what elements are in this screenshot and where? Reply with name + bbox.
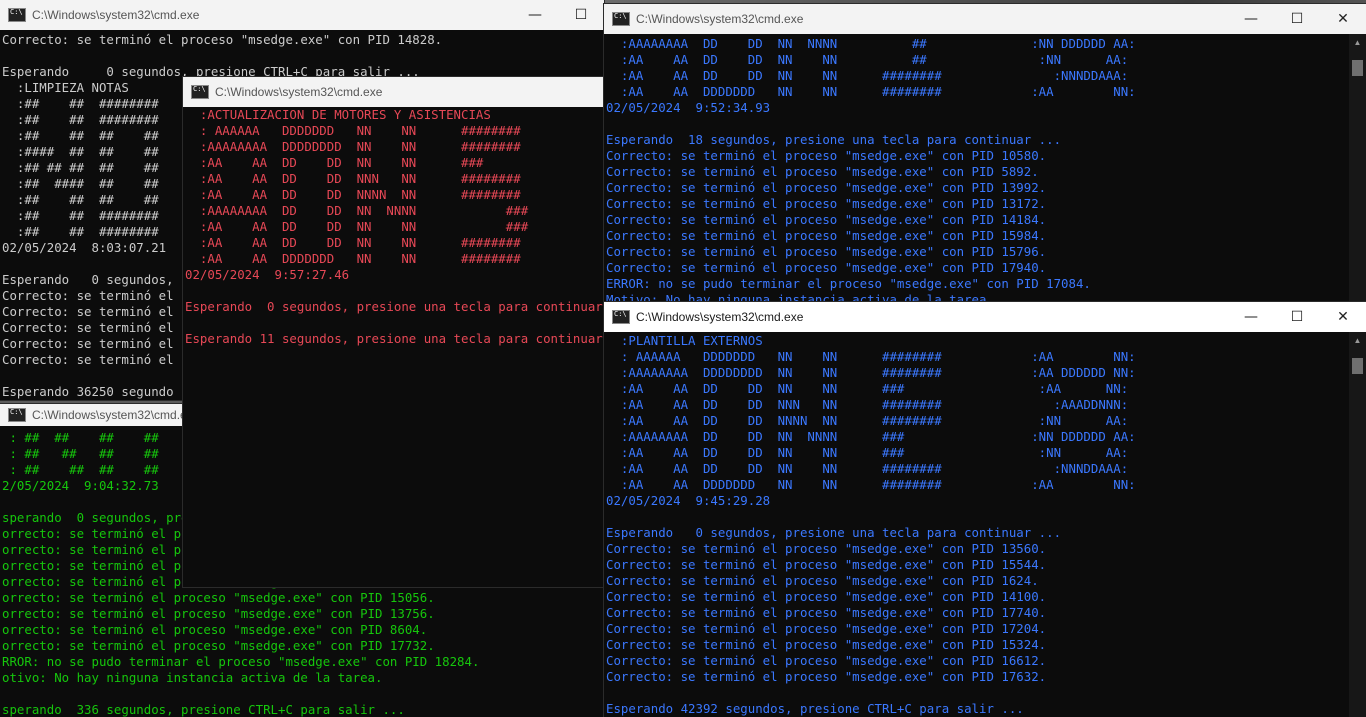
console-line: Esperando 11 segundos, presione una tecl…: [185, 331, 604, 346]
console-output[interactable]: :ACTUALIZACION DE MOTORES Y ASISTENCIAS …: [183, 107, 604, 587]
console-line: Correcto: se terminó el proceso "msedge.…: [606, 260, 1047, 275]
console-line: Correcto: se terminó el proceso "msedge.…: [606, 589, 1047, 604]
console-line: :AA AA DD DD NN NN ########: [185, 235, 521, 250]
title-bar[interactable]: C:\Windows\system32\cmd.exe — ☐ ✕: [604, 302, 1366, 332]
title-bar[interactable]: C:\Windows\system32\cmd.exe: [183, 77, 604, 107]
scroll-up-icon[interactable]: ▲: [1349, 34, 1366, 51]
console-line: Correcto: se terminó el proceso "msedge.…: [606, 637, 1047, 652]
window-title: C:\Windows\system32\cmd.exe: [32, 408, 200, 422]
console-line: Correcto: se terminó el proceso "msedge.…: [606, 573, 1039, 588]
console-line: Correcto: se terminó el proceso "msedge.…: [606, 557, 1047, 572]
window-title: C:\Windows\system32\cmd.exe: [636, 12, 804, 26]
maximize-button[interactable]: ☐: [1274, 302, 1320, 332]
console-line: :AA AA DD DD NNN NN ######## :AAADDNNN:: [606, 397, 1129, 412]
console-line: :AA AA DD DD NN NN ### :NN AA:: [606, 445, 1129, 460]
minimize-button[interactable]: —: [1228, 302, 1274, 332]
console-output[interactable]: :AAAAAAAA DD DD NN NNNN ## :NN DDDDDD AA…: [604, 36, 1349, 304]
console-line: :AA AA DDDDDDD NN NN ######## :AA NN:: [606, 477, 1136, 492]
console-line: Esperando 42392 segundos, presione CTRL+…: [606, 701, 1024, 716]
console-line: sperando 336 segundos, presione CTRL+C p…: [2, 702, 405, 717]
cmd-window-top-right[interactable]: C:\Windows\system32\cmd.exe — ☐ ✕ :AAAAA…: [604, 4, 1366, 304]
console-line: Esperando 0 segundos, presione una tecla…: [185, 299, 604, 314]
console-line: orrecto: se terminó el proceso "msedge.e…: [2, 606, 435, 621]
console-line: Correcto: se terminó el proceso "msedge.…: [2, 32, 443, 47]
console-line: :AA AA DD DD NN NN ######## :NNNDDAAA:: [606, 461, 1129, 476]
console-line: 02/05/2024 9:57:27.46: [185, 267, 350, 282]
console-line: Correcto: se terminó el proceso "msedge.…: [606, 228, 1047, 243]
console-line: :PLANTILLA EXTERNOS: [606, 333, 763, 348]
cmd-window-bottom-right[interactable]: C:\Windows\system32\cmd.exe — ☐ ✕ :PLANT…: [604, 302, 1366, 717]
vertical-scrollbar[interactable]: ▲: [1349, 332, 1366, 717]
console-line: :AA AA DD DD NN NN ######## :NNNDDAAA:: [606, 68, 1129, 83]
close-button[interactable]: ✕: [1320, 302, 1366, 332]
cmd-app-icon: [612, 12, 630, 26]
console-line: Esperando 18 segundos, presione una tecl…: [606, 132, 1062, 147]
console-line: :AA AA DD DD NN NN ## :NN AA:: [606, 52, 1129, 67]
console-line: Correcto: se terminó el proceso "msedge.…: [606, 541, 1047, 556]
console-line: :AA AA DDDDDDD NN NN ######## :AA NN:: [606, 84, 1136, 99]
console-line: ERROR: no se pudo terminar el proceso "m…: [606, 276, 1091, 291]
console-line: :AA AA DDDDDDD NN NN ########: [185, 251, 521, 266]
console-line: Correcto: se terminó el proceso "msedge.…: [606, 669, 1047, 684]
console-line: Correcto: se terminó el proceso "msedge.…: [606, 621, 1047, 636]
scroll-up-icon[interactable]: ▲: [1349, 332, 1366, 349]
console-line: :AAAAAAAA DDDDDDDD NN NN ########: [185, 139, 521, 154]
console-line: Correcto: se terminó el proceso "msedge.…: [606, 164, 1039, 179]
console-line: :AAAAAAAA DD DD NN NNNN ### :NN DDDDDD A…: [606, 429, 1136, 444]
console-line: :AAAAAAAA DDDDDDDD NN NN ######## :AA DD…: [606, 365, 1136, 380]
window-title: C:\Windows\system32\cmd.exe: [636, 310, 804, 324]
console-line: :AA AA DD DD NNNN NN ######## :NN AA:: [606, 413, 1129, 428]
console-line: 02/05/2024 9:45:29.28: [606, 493, 771, 508]
console-line: :AA AA DD DD NNNN NN ########: [185, 187, 521, 202]
console-line: :AA AA DD DD NN NN ### :AA NN:: [606, 381, 1129, 396]
console-line: Correcto: se terminó el proceso "msedge.…: [606, 148, 1047, 163]
console-line: :AAAAAAAA DD DD NN NNNN ## :NN DDDDDD AA…: [606, 36, 1136, 51]
scroll-thumb[interactable]: [1352, 60, 1363, 76]
console-line: : AAAAAA DDDDDDD NN NN ########: [185, 123, 521, 138]
console-output[interactable]: :PLANTILLA EXTERNOS : AAAAAA DDDDDDD NN …: [604, 333, 1349, 717]
console-line: :AA AA DD DD NN NN ###: [185, 155, 484, 170]
window-title: C:\Windows\system32\cmd.exe: [215, 85, 383, 99]
maximize-button[interactable]: ☐: [558, 0, 604, 30]
title-bar[interactable]: C:\Windows\system32\cmd.exe — ☐: [0, 0, 604, 30]
close-button[interactable]: ✕: [1320, 4, 1366, 34]
vertical-scrollbar[interactable]: ▲: [1349, 34, 1366, 304]
console-line: orrecto: se terminó el proceso "msedge.e…: [2, 590, 435, 605]
scroll-thumb[interactable]: [1352, 358, 1363, 374]
console-line: RROR: no se pudo terminar el proceso "ms…: [2, 654, 480, 669]
console-line: Correcto: se terminó el proceso "msedge.…: [606, 196, 1047, 211]
console-line: orrecto: se terminó el proceso "msedge.e…: [2, 638, 435, 653]
console-line: orrecto: se terminó el proceso "msedge.e…: [2, 622, 428, 637]
maximize-button[interactable]: ☐: [1274, 4, 1320, 34]
window-title: C:\Windows\system32\cmd.exe: [32, 8, 200, 22]
console-line: Correcto: se terminó el proceso "msedge.…: [606, 244, 1047, 259]
console-line: otivo: No hay ninguna instancia activa d…: [2, 670, 383, 685]
cmd-app-icon: [8, 8, 26, 22]
console-line: 02/05/2024 9:52:34.93: [606, 100, 771, 115]
console-line: :ACTUALIZACION DE MOTORES Y ASISTENCIAS: [185, 107, 491, 122]
console-line: Correcto: se terminó el proceso "msedge.…: [606, 653, 1047, 668]
cmd-app-icon: [8, 408, 26, 422]
console-line: Correcto: se terminó el proceso "msedge.…: [606, 180, 1047, 195]
minimize-button[interactable]: —: [1228, 4, 1274, 34]
console-line: Correcto: se terminó el proceso "msedge.…: [606, 605, 1047, 620]
console-line: :AA AA DD DD NN NN ###: [185, 219, 529, 234]
console-line: Esperando 0 segundos, presione una tecla…: [606, 525, 1062, 540]
cmd-app-icon: [191, 85, 209, 99]
console-line: :AAAAAAAA DD DD NN NNNN ###: [185, 203, 529, 218]
cmd-app-icon: [612, 310, 630, 324]
title-bar[interactable]: C:\Windows\system32\cmd.exe — ☐ ✕: [604, 4, 1366, 34]
console-line: Correcto: se terminó el proceso "msedge.…: [606, 212, 1047, 227]
cmd-window-middle[interactable]: C:\Windows\system32\cmd.exe :ACTUALIZACI…: [183, 77, 604, 587]
console-line: : AAAAAA DDDDDDD NN NN ######## :AA NN:: [606, 349, 1136, 364]
console-line: :AA AA DD DD NNN NN ########: [185, 171, 521, 186]
minimize-button[interactable]: —: [512, 0, 558, 30]
